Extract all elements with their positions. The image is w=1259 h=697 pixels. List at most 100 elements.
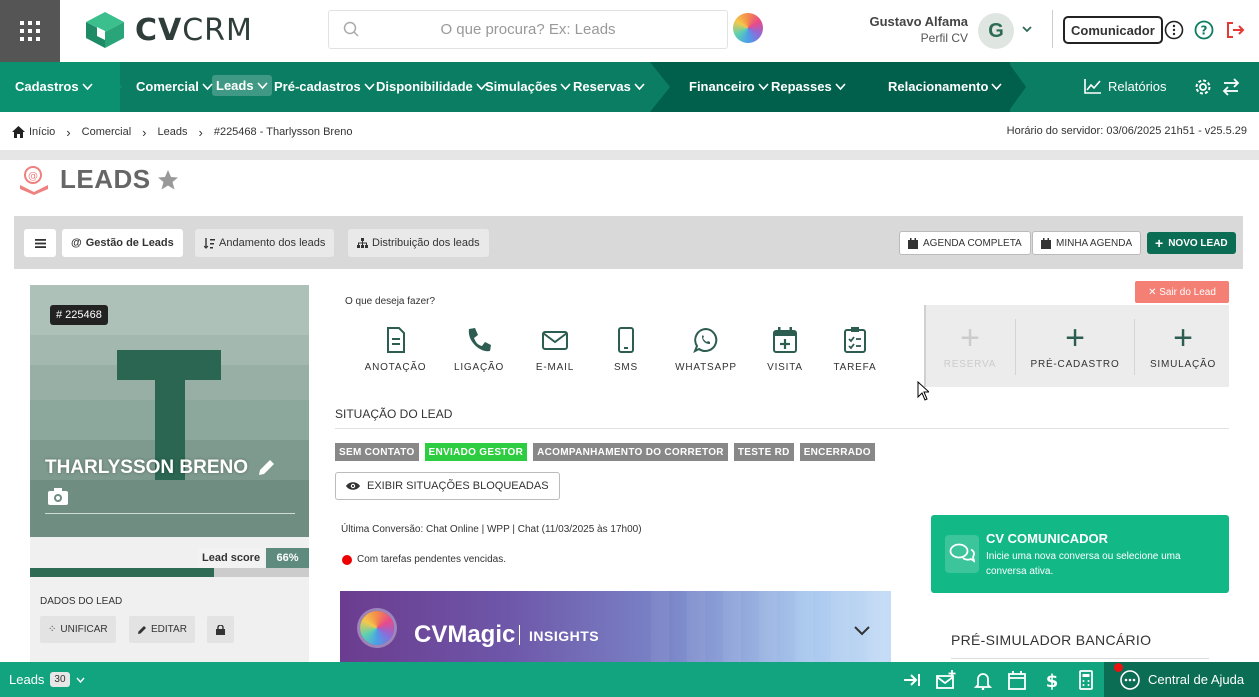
menu-arrow-in [650,62,670,112]
avatar[interactable]: G [978,13,1014,49]
bell-icon[interactable] [973,670,993,690]
swap-icon[interactable] [1222,78,1240,96]
novo-lead-button[interactable]: + NOVO LEAD [1147,232,1236,254]
breadcrumb-leads[interactable]: Leads [158,126,188,138]
lead-score-fill [30,568,215,577]
user-name: Gustavo Alfama [869,14,969,29]
chevron-down-icon[interactable] [1021,24,1033,34]
action-label: WHATSAPP [675,362,737,373]
more-options-icon[interactable] [1164,20,1184,40]
help-icon[interactable]: ? [1194,20,1214,40]
phone-icon [468,328,491,352]
menu-relatorios[interactable]: Relatórios [1084,78,1167,94]
chevron-right-icon: › [66,124,71,140]
action-sms[interactable]: SMS [590,327,662,373]
chevron-down-icon [991,82,1003,90]
sair-do-lead-button[interactable]: ✕ Sair do Lead [1135,281,1229,303]
action-whatsapp[interactable]: WHATSAPP [662,327,750,373]
breadcrumb-comercial[interactable]: Comercial [82,126,132,138]
lock-button[interactable] [207,616,234,643]
action-visita[interactable]: VISITA [750,327,820,373]
tab-andamento-dos-leads[interactable]: Andamento dos leads [195,229,335,257]
bottom-bar: Leads 30 $ Central de Ajuda [0,662,1259,697]
menu-repasses[interactable]: Repasses [771,79,846,94]
hamburger-button[interactable] [24,229,56,257]
pencil-icon [138,625,146,634]
logout-icon[interactable] [1225,20,1245,40]
menu-disponibilidade[interactable]: Disponibilidade [376,79,487,94]
menu-arrow [100,62,122,112]
menu-pre-cadastros[interactable]: Pré-cadastros [274,79,375,94]
reserva-button[interactable]: + RESERVA [926,305,1014,387]
notification-dot [1114,663,1123,672]
menu-leads[interactable]: Leads [212,75,272,96]
dollar-icon[interactable]: $ [1042,670,1062,690]
arrow-right-to-line-icon[interactable] [902,670,922,690]
cvmagic-insights-panel[interactable]: CVMagic INSIGHTS [340,591,891,663]
action-anotacao[interactable]: ANOTAÇÃO [353,327,438,373]
menu-simulacoes[interactable]: Simulações [485,79,571,94]
tab-gestao-de-leads[interactable]: @ Gestão de Leads [62,229,183,257]
mail-plus-icon[interactable] [936,670,956,690]
gear-icon[interactable] [1194,78,1212,96]
apps-menu-button[interactable] [0,0,60,62]
tab-distribuicao-dos-leads[interactable]: Distribuição dos leads [348,229,489,257]
tabs-bar: @ Gestão de Leads Andamento dos leads Dis… [14,216,1243,269]
plus-icon: + [1065,318,1085,357]
menu-relacionamento[interactable]: Relacionamento [888,79,1003,94]
leads-counter[interactable]: Leads 30 [9,672,85,687]
divider [1052,10,1053,48]
tarefas-pendentes: Com tarefas pendentes vencidas. [342,554,506,565]
action-ligacao[interactable]: LIGAÇÃO [438,327,520,373]
menu-comercial[interactable]: Comercial [136,79,213,94]
plus-icon: + [1155,235,1164,251]
action-label: VISITA [767,362,803,373]
breadcrumb-home[interactable]: Início [12,126,55,138]
ultima-conversao: Última Conversão: Chat Online | WPP | Ch… [341,524,642,535]
star-icon[interactable] [157,169,179,191]
central-de-ajuda-button[interactable]: Central de Ajuda [1104,662,1259,697]
reserva-label: RESERVA [943,358,997,370]
unificar-button[interactable]: ⁘ UNIFICAR [40,616,116,643]
chat-dots-icon [1120,669,1140,690]
quick-actions: ANOTAÇÃO LIGAÇÃO E-MAIL SMS WHATSAPP VIS… [353,327,890,373]
calendar-plus-icon [773,327,797,353]
status-chip-active[interactable]: ENVIADO GESTOR [424,443,528,461]
lead-score: Lead score 66% [30,548,309,577]
action-tarefa[interactable]: TAREFA [820,327,890,373]
status-chip[interactable]: ENCERRADO [799,443,875,461]
chevron-down-icon [560,82,571,90]
status-chip[interactable]: SEM CONTATO [335,443,419,461]
editar-button[interactable]: EDITAR [129,616,195,643]
cvmagic-orb-icon[interactable] [733,13,763,43]
status-chip[interactable]: TESTE RD [733,443,794,461]
status-chip[interactable]: ACOMPANHAMENTO DO CORRETOR [533,443,728,461]
user-info[interactable]: Gustavo Alfama Perfil CV [820,14,969,45]
cvcrm-logo[interactable]: CVCRM [84,10,253,50]
chevron-down-icon[interactable] [854,626,870,636]
menu-cadastros[interactable]: Cadastros [15,79,93,94]
simulacao-button[interactable]: + SIMULAÇÃO [1135,305,1231,387]
page-title: @ LEADS [18,164,179,195]
action-email[interactable]: E-MAIL [520,327,590,373]
chevron-down-icon [634,82,645,90]
exibir-bloqueadas-button[interactable]: EXIBIR SITUAÇÕES BLOQUEADAS [335,472,560,500]
search-input[interactable]: O que procura? Ex: Leads [328,10,728,49]
pre-cadastro-button[interactable]: + PRÉ-CADASTRO [1016,305,1134,387]
svg-text:@: @ [28,171,38,182]
menu-financeiro[interactable]: Financeiro [689,79,769,94]
chevron-down-icon [81,82,93,90]
cv-comunicador-card[interactable]: CV COMUNICADOR Inicie uma nova conversa … [931,515,1229,593]
cv-comunicador-title: CV COMUNICADOR [986,531,1109,546]
sort-icon [204,237,215,249]
comunicador-button[interactable]: Comunicador [1063,16,1163,44]
agenda-completa-button[interactable]: AGENDA COMPLETA [899,231,1031,255]
calculator-icon[interactable] [1076,670,1096,690]
action-label: LIGAÇÃO [453,362,505,373]
lock-icon [216,624,225,635]
lead-score-bar [30,568,309,577]
calendar-icon[interactable] [1007,670,1027,690]
menu-reservas[interactable]: Reservas [573,79,645,94]
alert-dot-icon [342,554,352,565]
minha-agenda-button[interactable]: MINHA AGENDA [1032,231,1142,255]
